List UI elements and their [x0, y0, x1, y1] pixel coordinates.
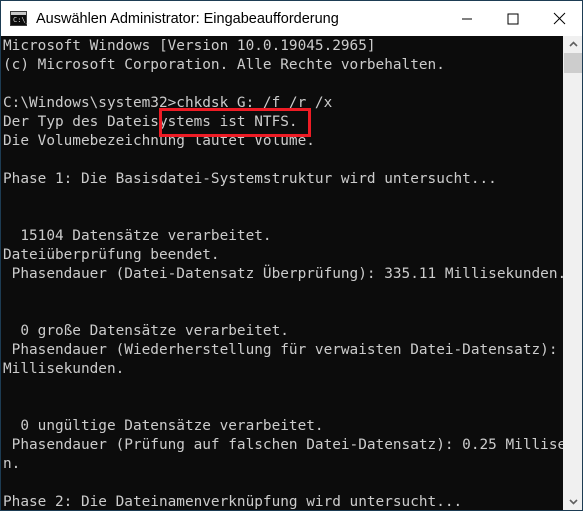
- scroll-up-arrow[interactable]: [564, 36, 582, 53]
- cmd-icon-prompt-glyph: C:\_: [13, 16, 30, 24]
- scroll-down-arrow[interactable]: [564, 493, 582, 510]
- scrollbar-thumb[interactable]: [564, 53, 582, 73]
- window-title: Auswählen Administrator: Eingabeaufforde…: [36, 10, 339, 27]
- console-scrollbar[interactable]: [563, 36, 582, 510]
- window-titlebar[interactable]: C:\_ Auswählen Administrator: Eingabeauf…: [1, 1, 582, 36]
- close-icon: [553, 12, 565, 25]
- chevron-down-icon: [568, 499, 578, 505]
- minimize-icon: [462, 18, 472, 19]
- close-button[interactable]: [536, 1, 582, 36]
- chevron-up-icon: [568, 41, 578, 47]
- command-prompt-window: C:\_ Auswählen Administrator: Eingabeauf…: [0, 0, 583, 511]
- maximize-icon: [507, 13, 519, 24]
- scrollbar-track[interactable]: [564, 53, 582, 493]
- console-output-area[interactable]: Microsoft Windows [Version 10.0.19045.29…: [1, 36, 564, 510]
- cmd-console-icon: C:\_: [10, 11, 30, 26]
- minimize-button[interactable]: [444, 1, 490, 36]
- maximize-button[interactable]: [490, 1, 536, 36]
- window-controls: [444, 1, 582, 36]
- titlebar-left-group: C:\_ Auswählen Administrator: Eingabeauf…: [1, 11, 444, 27]
- console-text: Microsoft Windows [Version 10.0.19045.29…: [3, 38, 564, 510]
